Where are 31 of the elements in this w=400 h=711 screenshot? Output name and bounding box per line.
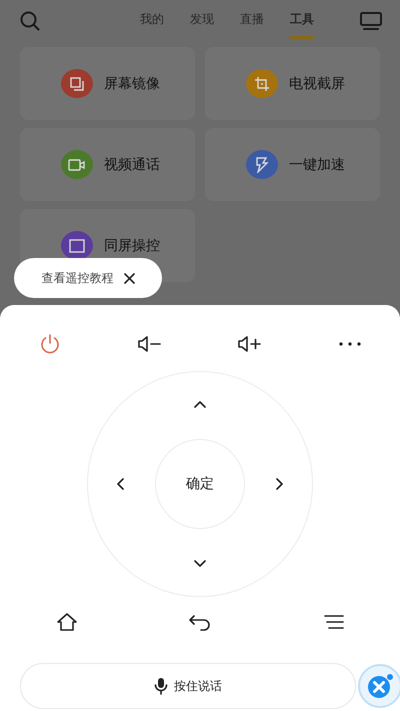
lightning-icon — [254, 156, 270, 172]
tool-card[interactable]: 屏幕镜像 — [20, 47, 195, 120]
dots-icon — [339, 342, 361, 346]
ok-button[interactable]: 确定 — [155, 439, 245, 529]
tutorial-tooltip[interactable]: 查看遥控教程 — [14, 258, 162, 298]
search-icon[interactable] — [20, 11, 40, 31]
microphone-icon — [154, 677, 168, 695]
screen-cast-icon — [69, 238, 85, 254]
crop-icon — [254, 76, 270, 92]
close-icon[interactable] — [124, 272, 134, 284]
tv-icon[interactable] — [360, 12, 382, 30]
tool-label: 同屏操控 — [104, 236, 160, 254]
tool-card[interactable]: 电视截屏 — [205, 47, 380, 120]
nav-tab[interactable]: 直播 — [240, 3, 264, 39]
nav-tab[interactable]: 我的 — [140, 3, 164, 39]
hold-to-talk-button[interactable]: 按住说话 — [20, 663, 356, 709]
tool-label: 视频通话 — [104, 156, 160, 174]
chevron-down-icon — [194, 560, 206, 568]
chevron-right-icon — [276, 478, 284, 490]
copy-icon — [69, 76, 85, 92]
tool-label: 一键加速 — [289, 156, 345, 174]
chevron-left-icon — [116, 478, 124, 490]
tool-label: 电视截屏 — [289, 74, 345, 92]
tool-card[interactable]: 视频通话 — [20, 128, 195, 201]
nav-tab[interactable]: 工具 — [290, 3, 314, 39]
tool-label: 屏幕镜像 — [104, 74, 160, 92]
tool-card[interactable]: 一键加速 — [205, 128, 380, 201]
video-camera-icon — [68, 158, 86, 172]
nav-tab[interactable]: 发现 — [190, 3, 214, 39]
x-logo-icon — [366, 672, 394, 700]
chevron-up-icon — [194, 400, 206, 408]
